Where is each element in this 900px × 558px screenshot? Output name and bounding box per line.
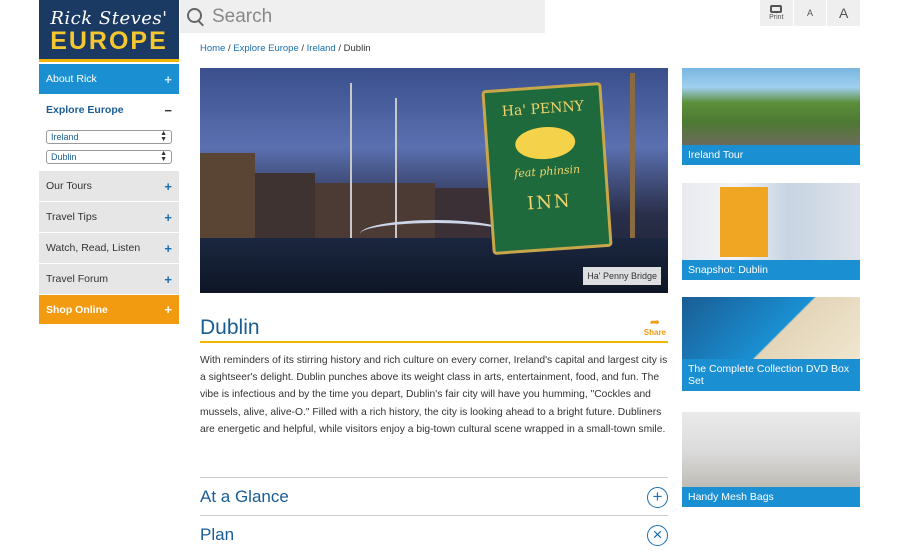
lamp-post [395,98,397,238]
expand-icon: + [164,178,172,194]
promo-mesh-bags[interactable]: Handy Mesh Bags [682,412,860,507]
sidebar-item-our-tours[interactable]: Our Tours + [39,171,179,202]
site-logo[interactable]: Rick Steves' EUROPE [39,0,179,62]
page-title-row: Dublin ➦ Share [200,310,668,343]
promo-image [682,297,860,359]
breadcrumb-explore-europe[interactable]: Explore Europe [233,43,298,54]
promo-ireland-tour[interactable]: Ireland Tour [682,68,860,165]
country-select[interactable]: Ireland ▲ ▼ [46,130,172,144]
promo-image [682,183,860,260]
city-select-value: Dublin [51,152,77,162]
accordion-at-a-glance[interactable]: At a Glance + [200,477,668,515]
country-select-value: Ireland [51,132,79,142]
page-tools: Print A A [760,0,860,26]
building-shape [200,153,255,243]
accordion-label: At a Glance [200,487,289,506]
promo-caption: Handy Mesh Bags [682,487,860,507]
pig-icon [514,125,577,162]
pub-sign-bottom: INN [526,190,573,215]
expand-icon: + [164,71,172,87]
sidebar-item-label: Travel Tips [46,211,97,223]
print-label: Print [769,14,784,21]
breadcrumb: Home / Explore Europe / Ireland / Dublin [200,43,371,54]
book-cover [720,187,768,257]
search-bar [180,0,545,33]
close-circle-icon[interactable]: × [647,525,668,546]
sidebar-item-label: Explore Europe [46,104,124,116]
accordion-label: Plan [200,525,235,544]
pub-sign-top: Ha' PENNY [501,98,585,120]
plus-circle-icon[interactable]: + [647,487,668,508]
collapse-icon: − [164,102,172,118]
share-button[interactable]: ➦ Share [644,316,666,337]
pub-sign-mid: feat phinsin [513,162,581,181]
sidebar-nav: About Rick + Explore Europe − Ireland ▲ ▼… [39,64,179,325]
location-selects: Ireland ▲ ▼ Dublin ▲ ▼ [39,126,179,171]
breadcrumb-home[interactable]: Home [200,43,225,54]
intro-text: With reminders of its stirring history a… [200,355,668,435]
print-button[interactable]: Print [760,0,793,26]
promo-dvd-box-set[interactable]: The Complete Collection DVD Box Set [682,297,860,391]
sidebar-item-explore-europe[interactable]: Explore Europe − [39,95,179,126]
font-size-small-button[interactable]: A [792,0,827,26]
sidebar-item-label: Watch, Read, Listen [46,242,141,254]
breadcrumb-separator: / [227,43,231,54]
breadcrumb-separator: / [301,43,305,54]
sidebar-item-label: About Rick [46,73,97,85]
expand-icon: + [164,302,172,317]
sidebar-item-label: Shop Online [46,303,108,316]
expand-icon: + [164,209,172,225]
breadcrumb-ireland[interactable]: Ireland [307,43,336,54]
select-arrows-icon: ▲ ▼ [160,130,167,143]
sidebar-item-watch-read-listen[interactable]: Watch, Read, Listen + [39,233,179,264]
pub-sign: Ha' PENNY feat phinsin INN [481,82,613,255]
search-icon[interactable] [186,7,206,27]
promo-image [682,68,860,145]
breadcrumb-separator: / [338,43,342,54]
promo-caption: Ireland Tour [682,145,860,165]
logo-signature: Rick Steves' [50,8,168,29]
promo-caption: The Complete Collection DVD Box Set [682,359,860,391]
share-icon: ➦ [649,315,660,329]
page-title: Dublin [200,316,260,339]
select-arrows-icon: ▲ ▼ [160,150,167,163]
font-size-large-button[interactable]: A [826,0,860,26]
sidebar-item-label: Travel Forum [46,273,109,285]
promo-image [682,412,860,487]
hero-image: Ha' PENNY feat phinsin INN Ha' Penny Bri… [200,68,668,293]
expand-icon: + [164,240,172,256]
expand-icon: + [164,271,172,287]
lamp-post [350,83,352,243]
breadcrumb-current: Dublin [343,43,371,54]
sidebar-item-label: Our Tours [46,180,92,192]
logo-europe: EUROPE [50,27,168,55]
search-input[interactable] [212,5,532,28]
sidebar-item-shop-online[interactable]: Shop Online + [39,295,179,325]
building-shape [255,173,315,243]
city-select[interactable]: Dublin ▲ ▼ [46,150,172,164]
promo-caption: Snapshot: Dublin [682,260,860,280]
sign-post [630,73,635,253]
sidebar-item-about-rick[interactable]: About Rick + [39,64,179,95]
printer-icon [770,5,783,13]
sidebar-item-travel-tips[interactable]: Travel Tips + [39,202,179,233]
share-label: Share [643,328,666,337]
promo-snapshot-dublin[interactable]: Snapshot: Dublin [682,183,860,280]
image-caption: Ha' Penny Bridge [583,267,661,285]
sidebar-item-travel-forum[interactable]: Travel Forum + [39,264,179,295]
accordion-plan[interactable]: Plan × [200,515,668,553]
